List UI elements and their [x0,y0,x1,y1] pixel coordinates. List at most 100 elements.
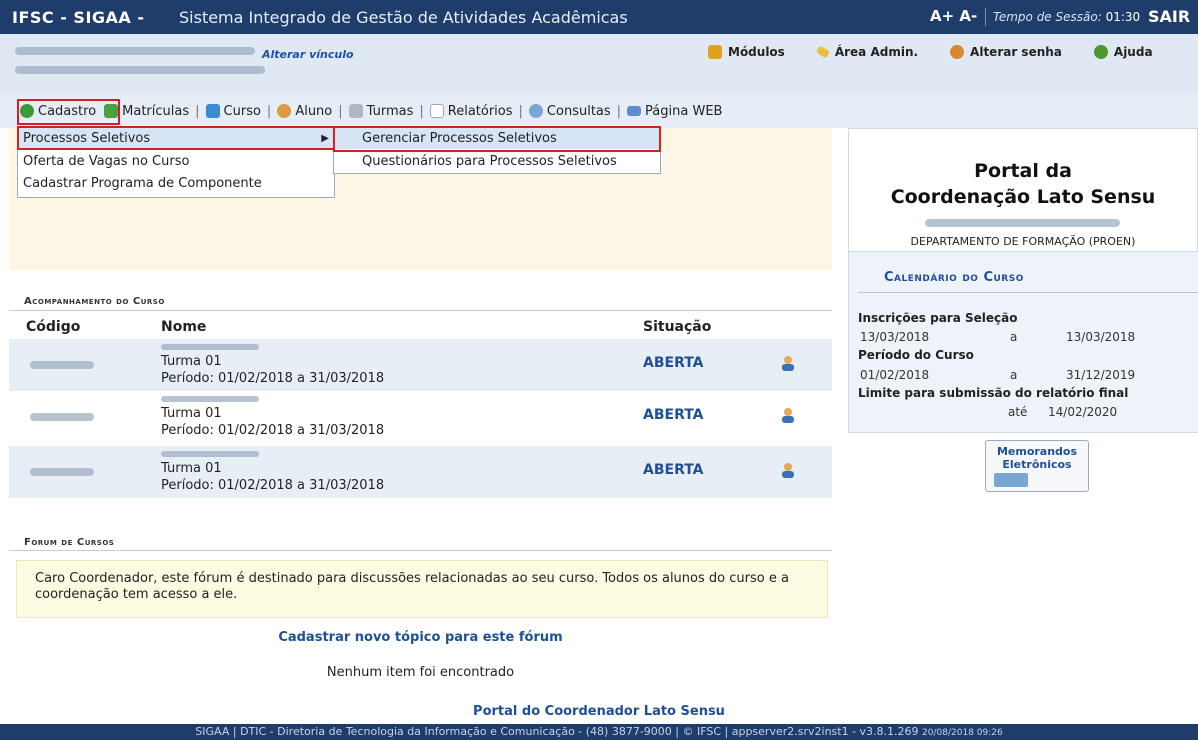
menu-separator: | [195,103,200,119]
forum-divider [9,550,832,551]
course-code-redacted [30,361,94,369]
limite-label: Limite para submissão do relatório final [858,386,1129,400]
menu-item-oferta-vagas[interactable]: Oferta de Vagas no Curso [18,151,334,172]
memorandos-button[interactable]: Memorandos Eletrônicos [985,440,1089,492]
font-size-controls[interactable]: A+ A- [930,7,977,25]
key-icon [815,45,831,59]
forum-empty-text: Nenhum item foi encontrado [326,665,515,680]
footer-timestamp: 20/08/2018 09:26 [922,728,1003,738]
menu-relatorios-label: Relatórios [447,103,513,119]
user-name-redacted [15,47,255,55]
menu-separator: | [518,103,523,119]
modulos-label: Módulos [728,45,785,59]
user-info-bar: Alterar vínculo Módulos Área Admin. Alte… [0,34,1198,94]
menu-curso-label: Curso [223,103,261,119]
main-menu-bar: Cadastro Matrículas | Curso | Aluno | Tu… [0,94,1198,128]
classes-icon [348,104,363,118]
computer-icon [994,473,1028,487]
user-links: Módulos Área Admin. Alterar senha Ajuda [708,45,1153,59]
footer-text: SIGAA | DTIC - Diretoria de Tecnologia d… [195,725,919,738]
area-admin-label: Área Admin. [834,45,919,59]
header-divider [985,8,986,26]
session-time: 01:30 [1105,10,1141,24]
turma-periodo: Período: 01/02/2018 a 31/03/2018 [161,371,385,386]
col-codigo: Código [26,319,81,335]
web-page-icon [627,106,642,116]
menu-turmas[interactable]: Turmas [345,104,418,119]
turma-name: Turma 01 [161,354,222,369]
discipline-name-redacted [161,396,259,402]
course-name-redacted [925,219,1120,227]
app-brand: IFSC - SIGAA - [12,8,145,27]
portal-coordenador-link[interactable]: Portal do Coordenador Lato Sensu [0,704,1198,719]
inscricoes-fim: 13/03/2018 [1066,330,1136,344]
gerenciar-highlight-box [333,126,661,152]
alterar-senha-label: Alterar senha [970,45,1062,59]
limite-prefix: até [1008,405,1028,419]
turma-periodo: Período: 01/02/2018 a 31/03/2018 [161,478,385,493]
menu-matriculas-label: Matrículas [122,103,190,119]
student-icon [277,104,292,118]
user-icon[interactable] [781,462,795,478]
help-icon [1093,45,1108,59]
area-admin-link[interactable]: Área Admin. [815,45,919,59]
periodo-sep: a [1010,368,1018,382]
periodo-fim: 31/12/2019 [1066,368,1136,382]
inscricoes-inicio: 13/03/2018 [860,330,930,344]
forum-title: Forum de Cursos [24,537,115,548]
table-row: Turma 01 Período: 01/02/2018 a 31/03/201… [9,446,832,498]
turma-name: Turma 01 [161,461,222,476]
course-code-redacted [30,413,94,421]
table-row: Turma 01 Período: 01/02/2018 a 31/03/201… [9,339,832,391]
portal-title: Portal da Coordenação Lato Sensu [848,158,1198,210]
acompanhamento-title: Acompanhamento do Curso [24,296,165,307]
alterar-vinculo-link[interactable]: Alterar vínculo [262,48,354,61]
new-topic-link[interactable]: Cadastrar novo tópico para este fórum [9,630,832,645]
menu-separator: | [616,103,622,119]
periodo-label: Período do Curso [858,348,974,362]
processos-highlight-box [17,126,335,150]
calendar-title: Calendário do Curso [884,270,1024,285]
menu-curso[interactable]: Curso [202,104,265,119]
turma-name: Turma 01 [161,406,222,421]
main-menu: Cadastro Matrículas | Curso | Aluno | Tu… [16,100,726,122]
calendar-divider [858,292,1198,293]
col-situacao: Situação [643,319,712,335]
discipline-name-redacted [161,451,259,457]
menu-pagina-web[interactable]: Página WEB [623,104,726,119]
situacao-status: ABERTA [643,462,704,478]
memorandos-label-2: Eletrônicos [1002,458,1072,471]
ajuda-link[interactable]: Ajuda [1093,45,1153,59]
memorandos-label-1: Memorandos [996,445,1078,458]
menu-relatorios[interactable]: Relatórios [426,104,517,119]
situacao-status: ABERTA [643,407,704,423]
turma-periodo: Período: 01/02/2018 a 31/03/2018 [161,423,385,438]
top-header-bar: IFSC - SIGAA - Sistema Integrado de Gest… [0,0,1198,34]
user-unit-redacted [15,66,265,74]
user-icon[interactable] [781,407,795,423]
periodo-inicio: 01/02/2018 [860,368,930,382]
menu-consultas[interactable]: Consultas [525,104,615,119]
cadastro-highlight-box [17,99,120,125]
menu-aluno[interactable]: Aluno [273,104,336,119]
user-key-icon [950,45,965,59]
inscricoes-sep: a [1010,330,1018,344]
table-header: Código Nome Situação [9,317,832,339]
user-icon[interactable] [781,355,795,371]
search-icon [528,104,543,118]
alterar-senha-link[interactable]: Alterar senha [950,45,1062,59]
limite-data: 14/02/2020 [1048,405,1118,419]
session-label: Tempo de Sessão: [993,10,1102,24]
portal-title-line1: Portal da [974,160,1072,182]
ajuda-label: Ajuda [1113,45,1153,59]
logout-button[interactable]: SAIR [1148,7,1190,26]
menu-item-cadastrar-programa[interactable]: Cadastrar Programa de Componente [18,173,334,194]
menu-consultas-label: Consultas [546,103,611,119]
modules-icon [708,45,722,59]
modulos-link[interactable]: Módulos [708,45,785,59]
menu-pagina-web-label: Página WEB [645,103,723,119]
portal-department: DEPARTAMENTO DE FORMAÇÃO (PROEN) [910,235,1136,248]
menu-item-questionarios[interactable]: Questionários para Processos Seletivos [334,151,660,172]
page-footer: SIGAA | DTIC - Diretoria de Tecnologia d… [0,724,1198,740]
acompanhamento-divider [9,310,832,311]
